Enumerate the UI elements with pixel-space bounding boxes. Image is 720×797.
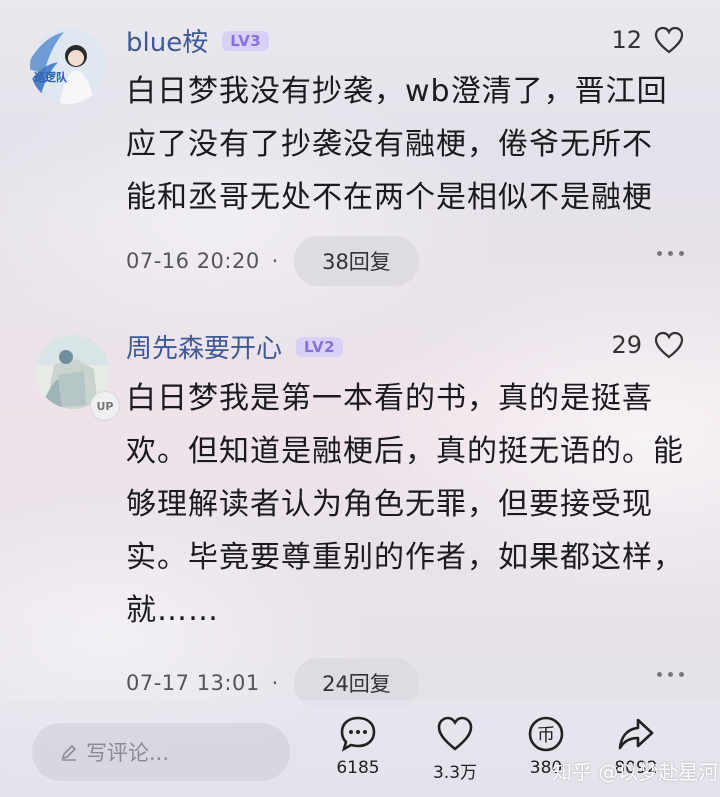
like-post-button[interactable]: 3.3万 [415,714,495,783]
comment-line: 应了没有了抄袭没有融梗，倦爷无所不 [126,127,653,162]
like-count: 12 [611,26,642,54]
avatar[interactable] [30,28,106,104]
comment-line: 实。毕竟要尊重别的作者，如果都这样， [126,540,684,575]
watermark: 知乎 @以梦赴星河 [552,760,719,784]
reply-button[interactable]: 38回复 [294,236,419,286]
username[interactable]: 周先森要开心 [126,328,282,365]
pencil-icon [61,744,77,761]
like-button[interactable]: 29 [611,331,684,359]
heart-icon [654,26,684,54]
up-badge: UP [90,391,120,421]
comment-line: 能和丞哥无处不在两个是相似不是融梗 [126,180,653,215]
username[interactable]: blue桉 [126,22,208,59]
avatar-badge: 巡逻队 [34,71,67,84]
comment-line: 白日梦我没有抄袭，wb澄清了，晋江回 [126,74,668,109]
comment-line: 就…… [126,593,219,628]
like-count: 29 [611,331,642,359]
share-arrow-icon [618,718,654,750]
like-button[interactable]: 12 [611,26,684,54]
comment-line: 白日梦我是第一本看的书，真的是挺喜 [126,381,653,416]
more-options-icon[interactable] [657,672,684,677]
separator-dot: · [271,671,279,695]
separator-dot: · [271,249,279,273]
comment-bubble-icon [340,716,376,752]
write-comment-placeholder: 写评论... [86,741,170,765]
more-options-icon[interactable] [657,251,684,256]
level-badge: LV2 [296,336,344,357]
coin-icon: 币 [528,716,564,752]
write-comment-input[interactable]: 写评论... [32,723,290,781]
heart-icon [654,331,684,359]
timestamp: 07-16 20:20 [126,249,260,273]
level-badge: LV3 [222,30,270,51]
avatar-image [30,28,106,104]
timestamp: 07-17 13:01 [126,671,260,695]
coin-glyph: 币 [537,725,555,746]
comment-line: 够理解读者认为角色无罪，但要接受现 [126,487,653,522]
comments-count: 6185 [336,758,380,778]
likes-count: 3.3万 [432,763,478,783]
comment-text: 白日梦我是第一本看的书，真的是挺喜 欢。但知道是融梗后，真的挺无语的。能 够理解… [126,372,696,637]
comment-text: 白日梦我没有抄袭，wb澄清了，晋江回 应了没有了抄袭没有融梗，倦爷无所不 能和丞… [126,65,696,224]
heart-icon [437,716,473,751]
comment-line: 欢。但知道是融梗后，真的挺无语的。能 [126,434,684,469]
comments-button[interactable]: 6185 [318,714,398,778]
